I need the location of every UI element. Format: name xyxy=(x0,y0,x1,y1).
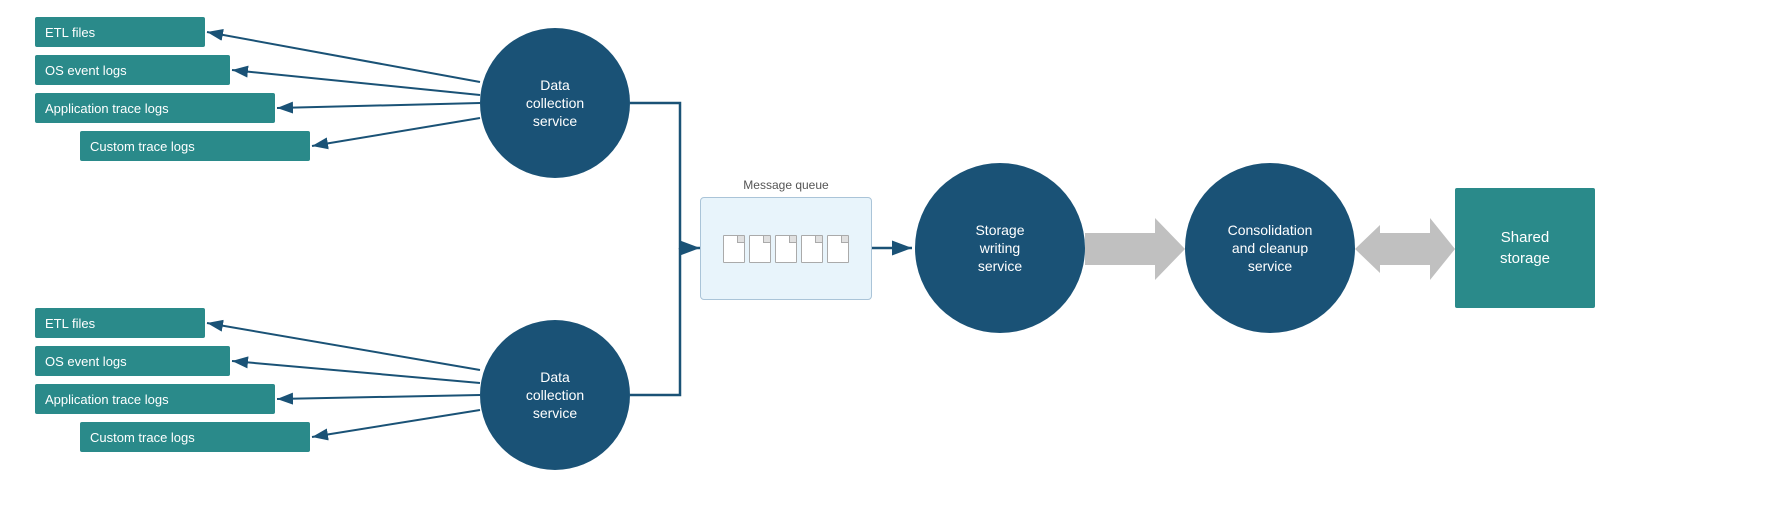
bot-etl-box: ETL files xyxy=(35,308,205,338)
arrow-consolidation-to-storage xyxy=(1355,218,1455,280)
bot-data-collection-circle: Data collection service xyxy=(480,320,630,470)
bot-custom-box: Custom trace logs xyxy=(80,422,310,452)
bot-app-box: Application trace logs xyxy=(35,384,275,414)
consolidation-circle: Consolidation and cleanup service xyxy=(1185,163,1355,333)
arrow-storage-to-consolidation xyxy=(1085,218,1185,280)
page-icon-4 xyxy=(801,235,823,263)
storage-writing-circle: Storage writing service xyxy=(915,163,1085,333)
top-custom-box: Custom trace logs xyxy=(80,131,310,161)
message-queue-box: Message queue xyxy=(700,197,872,300)
page-icon-5 xyxy=(827,235,849,263)
top-data-collection-circle: Data collection service xyxy=(480,28,630,178)
message-queue-label: Message queue xyxy=(701,178,871,192)
shared-storage-box: Shared storage xyxy=(1455,188,1595,308)
message-queue-pages xyxy=(715,198,857,299)
top-etl-box: ETL files xyxy=(35,17,205,47)
page-icon-1 xyxy=(723,235,745,263)
page-icon-3 xyxy=(775,235,797,263)
page-icon-2 xyxy=(749,235,771,263)
top-app-box: Application trace logs xyxy=(35,93,275,123)
top-os-box: OS event logs xyxy=(35,55,230,85)
bot-os-box: OS event logs xyxy=(35,346,230,376)
architecture-diagram: ETL files OS event logs Application trac… xyxy=(0,0,1771,516)
